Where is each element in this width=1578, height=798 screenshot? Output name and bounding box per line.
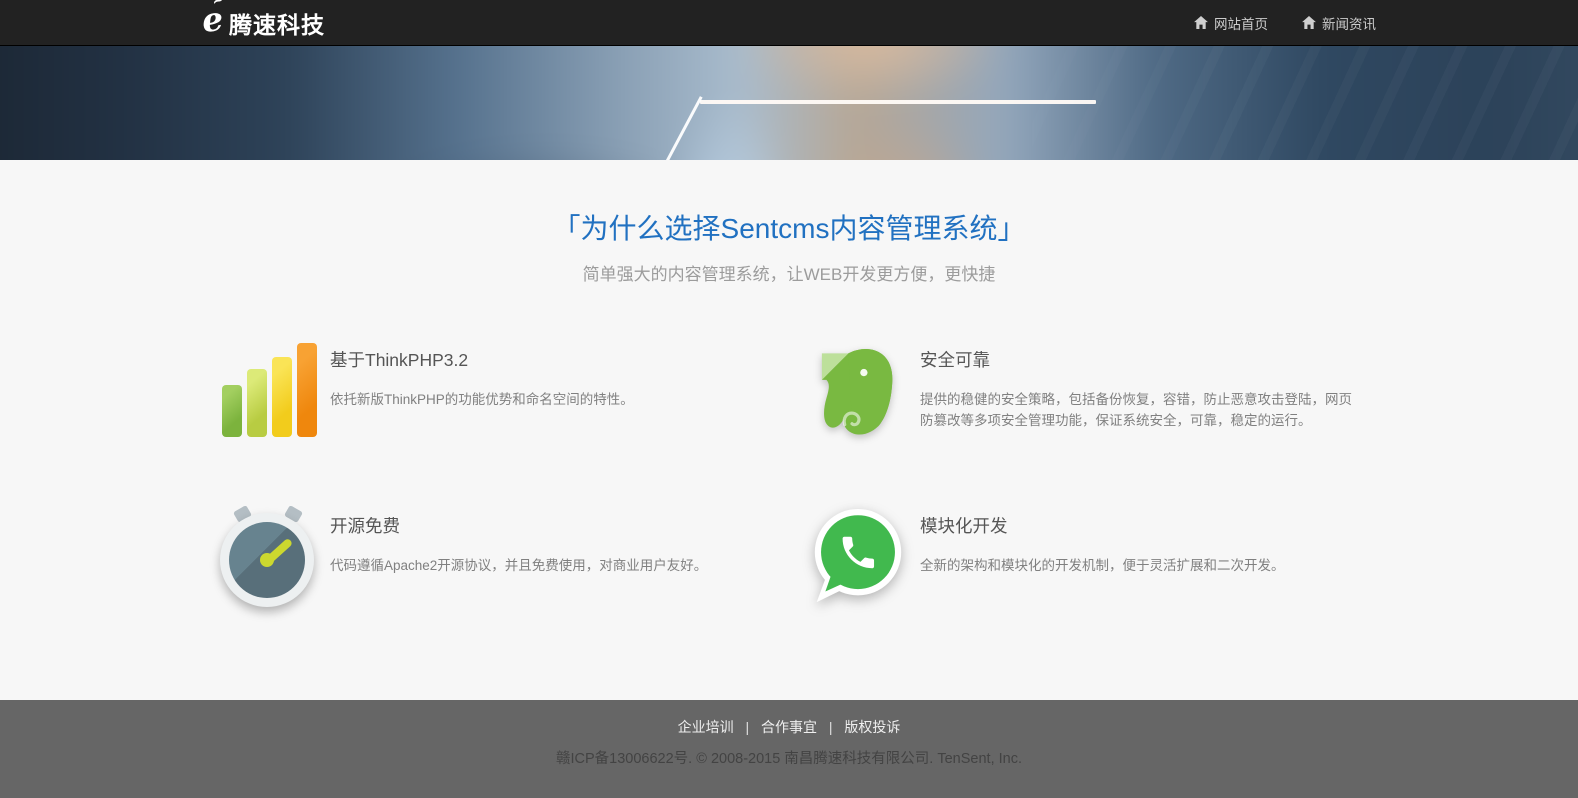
footer-link-training[interactable]: 企业培训	[678, 719, 734, 735]
feature-title: 开源免费	[330, 513, 707, 538]
feature-thinkphp: 基于ThinkPHP3.2 依托新版ThinkPHP的功能优势和命名空间的特性。	[202, 341, 789, 439]
footer-links: 企业培训 | 合作事宜 | 版权投诉	[0, 717, 1578, 737]
footer-separator: |	[829, 719, 833, 735]
copyright-text: 赣ICP备13006622号. © 2008-2015 南昌腾速科技有限公司. …	[0, 747, 1578, 768]
main-nav: 网站首页 新闻资讯	[1194, 13, 1376, 33]
feature-description: 全新的架构和模块化的开发机制，便于灵活扩展和二次开发。	[920, 555, 1285, 576]
footer-separator: |	[745, 719, 749, 735]
feature-security: 安全可靠 提供的稳健的安全策略，包括备份恢复，容错，防止恶意攻击登陆，网页防篡改…	[789, 341, 1376, 439]
hero-carousel	[0, 46, 1578, 160]
feature-description: 依托新版ThinkPHP的功能优势和命名空间的特性。	[330, 389, 634, 410]
whatsapp-icon	[810, 507, 906, 605]
nav-item-label: 新闻资讯	[1322, 13, 1376, 33]
nav-item-home[interactable]: 网站首页	[1194, 13, 1268, 33]
logo-e-icon: e	[200, 2, 224, 37]
page-subtitle: 简单强大的内容管理系统，让WEB开发更方便，更快捷	[0, 264, 1578, 285]
site-header: e 腾速科技 网站首页 新闻资讯	[0, 0, 1578, 46]
nav-item-label: 网站首页	[1214, 13, 1268, 33]
feature-title: 模块化开发	[920, 513, 1285, 538]
stopwatch-icon	[220, 507, 316, 605]
feature-description: 代码遵循Apache2开源协议，并且免费使用，对商业用户友好。	[330, 555, 707, 576]
feature-modular: 模块化开发 全新的架构和模块化的开发机制，便于灵活扩展和二次开发。	[789, 507, 1376, 605]
nav-item-news[interactable]: 新闻资讯	[1302, 13, 1376, 33]
site-footer: 企业培训 | 合作事宜 | 版权投诉 赣ICP备13006622号. © 200…	[0, 700, 1578, 798]
page-title: 「为什么选择Sentcms内容管理系统」	[0, 212, 1578, 246]
footer-link-copyright-complaint[interactable]: 版权投诉	[844, 719, 900, 735]
decorative-horizontal-line	[700, 100, 1096, 104]
logo-text: 腾速科技	[229, 6, 325, 40]
feature-grid: 基于ThinkPHP3.2 依托新版ThinkPHP的功能优势和命名空间的特性。…	[202, 341, 1376, 605]
evernote-elephant-icon	[810, 341, 906, 439]
feature-description: 提供的稳健的安全策略，包括备份恢复，容错，防止恶意攻击登陆，网页防篡改等多项安全…	[920, 389, 1354, 431]
main-section: 「为什么选择Sentcms内容管理系统」 简单强大的内容管理系统，让WEB开发更…	[0, 160, 1578, 700]
feature-opensource: 开源免费 代码遵循Apache2开源协议，并且免费使用，对商业用户友好。	[202, 507, 789, 605]
home-icon	[1302, 16, 1316, 29]
feature-title: 安全可靠	[920, 347, 1354, 372]
site-logo[interactable]: e 腾速科技	[202, 6, 325, 40]
home-icon	[1194, 16, 1208, 29]
feature-title: 基于ThinkPHP3.2	[330, 347, 634, 372]
footer-link-cooperation[interactable]: 合作事宜	[761, 719, 817, 735]
bar-chart-icon	[220, 341, 316, 439]
